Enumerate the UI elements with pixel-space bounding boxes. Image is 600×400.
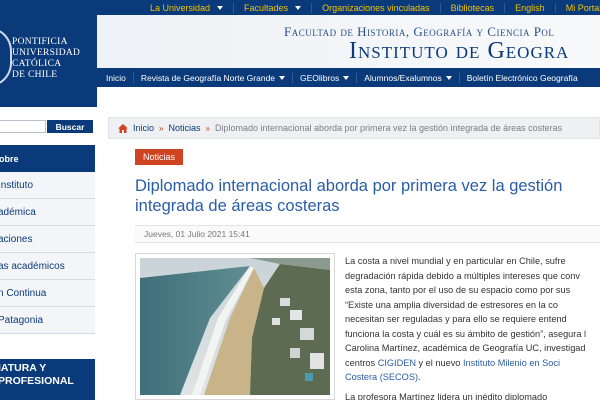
breadcrumb-noticias[interactable]: Noticias [168, 123, 200, 133]
chevron-down-icon [445, 75, 452, 80]
main-nav: Inicio Revista de Geografía Norte Grande… [97, 68, 600, 87]
article-date: Jueves, 01 Julio 2021 15:41 [135, 225, 600, 243]
logo-line: PONTIFICIA [12, 37, 68, 47]
link-cigiden[interactable]: CIGIDEN [378, 358, 416, 368]
topnav-la-universidad[interactable]: La Universidad [140, 3, 233, 13]
chevron-down-icon [217, 5, 224, 10]
topnav-facultades[interactable]: Facultades [233, 2, 311, 13]
chevron-down-icon [343, 75, 350, 80]
article-body-para2: La profesora Martínez lidera un inédito … [345, 392, 548, 400]
top-utility-bar: La Universidad Facultades Organizaciones… [0, 0, 600, 15]
sidebar-menu: obre Instituto adémica aciones as académ… [0, 145, 95, 340]
coastline-photo [140, 258, 330, 395]
breadcrumb-inicio[interactable]: Inicio [133, 123, 154, 133]
promo-banner[interactable]: IATURA Y PROFESIONAL [0, 359, 95, 400]
university-logo[interactable]: PONTIFICIA UNIVERSIDAD CATÓLICA DE CHILE [0, 15, 97, 107]
chevron-down-icon [295, 5, 302, 10]
sidebar-item-publicaciones[interactable]: aciones [0, 226, 95, 253]
chevron-down-icon [279, 75, 286, 80]
article-body: La costa a nivel mundial y en particular… [345, 256, 587, 382]
article-title: Diplomado internacional aborda por prime… [135, 177, 563, 215]
nav-inicio[interactable]: Inicio [97, 73, 133, 83]
category-badge[interactable]: Noticias [135, 149, 184, 165]
institute-banner[interactable]: Facultad de Historia, Geografía y Cienci… [97, 15, 600, 68]
topnav-english[interactable]: English [504, 2, 555, 13]
breadcrumb-separator-icon: » [205, 123, 210, 133]
sidebar-item-academica[interactable]: adémica [0, 199, 95, 226]
nav-boletin[interactable]: Boletín Electrónico Geografía [458, 72, 585, 83]
institute-name: Instituto de Geogra [349, 38, 570, 64]
search-button[interactable]: Buscar [47, 120, 93, 133]
search-input[interactable] [0, 120, 46, 133]
breadcrumb-separator-icon: » [159, 123, 164, 133]
nav-geolibros[interactable]: GEOlibros [292, 72, 356, 83]
logo-line: DE CHILE [12, 70, 58, 80]
logo-line: CATÓLICA [12, 59, 62, 69]
sidebar-item-patagonia[interactable]: Patagonia [0, 307, 95, 334]
sidebar-item-educacion-continua[interactable]: n Continua [0, 280, 95, 307]
sidebar-item-programas[interactable]: as académicos [0, 253, 95, 280]
link-secos[interactable]: Costera (SECOS) [345, 372, 418, 382]
link-instituto-milenio[interactable]: Instituto Milenio en Soci [463, 358, 560, 368]
topnav-mi-portal[interactable]: Mi Portal UC [554, 2, 600, 13]
nav-alumnos[interactable]: Alumnos/Exalumnos [356, 72, 458, 83]
sidebar-item-instituto[interactable]: Instituto [0, 172, 95, 199]
topnav-organizaciones[interactable]: Organizaciones vinculadas [311, 2, 440, 13]
sidebar-header[interactable]: obre [0, 145, 95, 172]
logo-line: UNIVERSIDAD [12, 48, 81, 58]
university-seal-icon [0, 27, 12, 87]
article-photo [135, 253, 335, 400]
topnav-bibliotecas[interactable]: Bibliotecas [439, 2, 505, 13]
nav-revista[interactable]: Revista de Geografía Norte Grande [132, 72, 292, 83]
breadcrumb: Inicio » Noticias » Diplomado internacio… [108, 117, 600, 139]
breadcrumb-current: Diplomado internacional aborda por prime… [214, 123, 563, 133]
home-icon [118, 123, 128, 133]
